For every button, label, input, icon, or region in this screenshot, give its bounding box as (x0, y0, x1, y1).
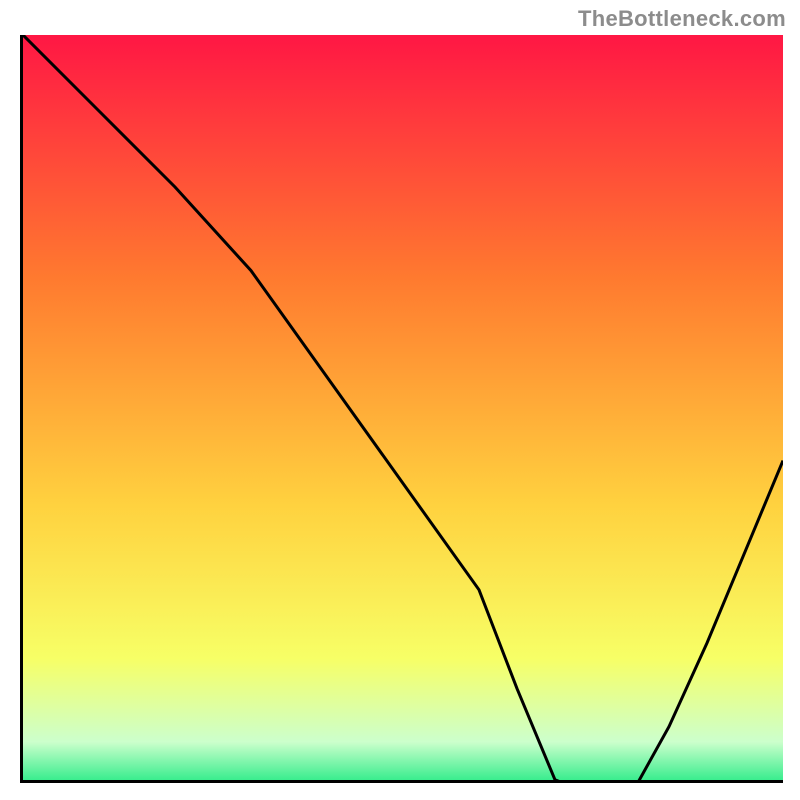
watermark-text: TheBottleneck.com (578, 6, 786, 32)
optimal-marker (582, 781, 635, 783)
chart-root: { "watermark": "TheBottleneck.com", "col… (0, 0, 800, 800)
plot-area (20, 35, 783, 783)
chart-svg (23, 35, 783, 783)
